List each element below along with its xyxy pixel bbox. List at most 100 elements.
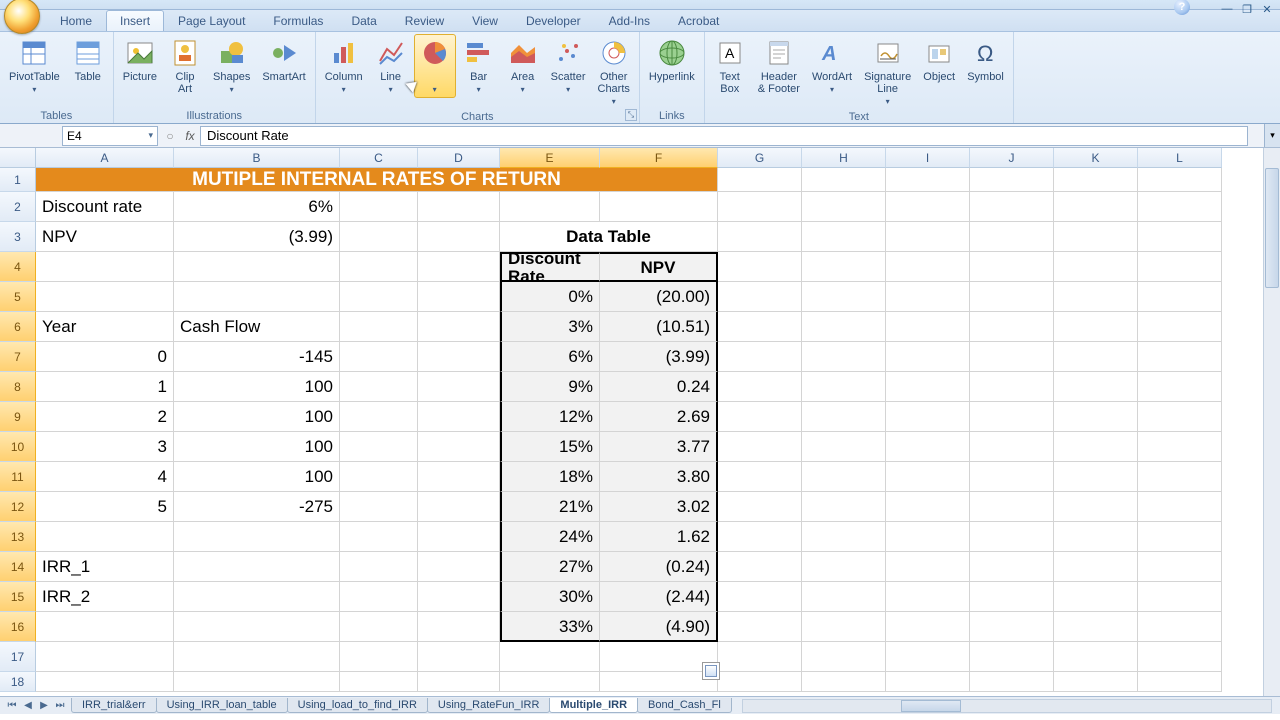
column-chart-button[interactable]: Column <box>320 34 368 98</box>
cell[interactable] <box>418 282 500 312</box>
cell[interactable]: (20.00) <box>600 282 718 312</box>
textbox-button[interactable]: AText Box <box>709 34 751 98</box>
cell[interactable] <box>418 522 500 552</box>
column-header[interactable]: A <box>36 148 174 168</box>
cell[interactable] <box>970 432 1054 462</box>
cell[interactable] <box>340 492 418 522</box>
close-button[interactable]: ✕ <box>1258 2 1276 16</box>
cell[interactable]: 27% <box>500 552 600 582</box>
cell[interactable] <box>500 672 600 692</box>
cell[interactable] <box>802 312 886 342</box>
cell[interactable] <box>1138 522 1222 552</box>
cell[interactable] <box>1138 642 1222 672</box>
row-header[interactable]: 15 <box>0 582 36 612</box>
cell[interactable]: 3 <box>36 432 174 462</box>
cell[interactable]: 2.69 <box>600 402 718 432</box>
horizontal-scrollbar[interactable] <box>742 699 1272 713</box>
cell[interactable] <box>1138 582 1222 612</box>
cell[interactable] <box>1054 492 1138 522</box>
cell[interactable] <box>718 492 802 522</box>
cell[interactable]: 100 <box>174 432 340 462</box>
cell[interactable] <box>36 672 174 692</box>
cell[interactable] <box>718 402 802 432</box>
cell[interactable] <box>1054 462 1138 492</box>
column-header[interactable]: C <box>340 148 418 168</box>
cell[interactable]: (3.99) <box>600 342 718 372</box>
name-box[interactable]: E4▾ <box>62 126 158 146</box>
cell[interactable] <box>1054 192 1138 222</box>
row-header[interactable]: 8 <box>0 372 36 402</box>
cell[interactable] <box>1138 222 1222 252</box>
cell[interactable] <box>418 342 500 372</box>
cell[interactable] <box>36 252 174 282</box>
column-header[interactable]: F <box>600 148 718 168</box>
cell[interactable] <box>418 492 500 522</box>
cell[interactable] <box>174 552 340 582</box>
cell[interactable] <box>886 432 970 462</box>
cell[interactable] <box>718 432 802 462</box>
cancel-icon[interactable]: ○ <box>160 129 180 143</box>
cell[interactable] <box>1138 192 1222 222</box>
ribbon-tab-home[interactable]: Home <box>46 10 106 31</box>
cell[interactable]: -145 <box>174 342 340 372</box>
cell[interactable] <box>718 192 802 222</box>
row-header[interactable]: 13 <box>0 522 36 552</box>
cell[interactable] <box>418 252 500 282</box>
cell[interactable] <box>340 252 418 282</box>
cell[interactable] <box>174 252 340 282</box>
cell[interactable] <box>886 222 970 252</box>
tab-nav-prev-icon[interactable]: ◀ <box>20 700 36 711</box>
cell[interactable] <box>340 192 418 222</box>
cell[interactable]: 21% <box>500 492 600 522</box>
cell[interactable] <box>1138 402 1222 432</box>
ribbon-tab-review[interactable]: Review <box>391 10 458 31</box>
cell[interactable] <box>1054 252 1138 282</box>
column-header[interactable]: D <box>418 148 500 168</box>
fx-icon[interactable]: fx <box>180 129 200 143</box>
row-header[interactable]: 3 <box>0 222 36 252</box>
cell[interactable] <box>802 522 886 552</box>
row-header[interactable]: 14 <box>0 552 36 582</box>
cell[interactable] <box>802 282 886 312</box>
cell[interactable] <box>418 582 500 612</box>
sheet-tab[interactable]: Using_IRR_loan_table <box>156 698 288 713</box>
wordart-button[interactable]: AWordArt <box>807 34 857 98</box>
column-header[interactable]: E <box>500 148 600 168</box>
shapes-button[interactable]: Shapes <box>208 34 255 98</box>
cell[interactable] <box>340 462 418 492</box>
cell[interactable] <box>340 522 418 552</box>
cell[interactable] <box>1054 432 1138 462</box>
row-header[interactable]: 17 <box>0 642 36 672</box>
cell[interactable] <box>340 342 418 372</box>
cell[interactable]: 100 <box>174 462 340 492</box>
cell[interactable] <box>886 342 970 372</box>
cell[interactable] <box>886 312 970 342</box>
cell[interactable] <box>802 168 886 192</box>
cell[interactable] <box>418 312 500 342</box>
ribbon-tab-add-ins[interactable]: Add-Ins <box>595 10 664 31</box>
ribbon-tab-developer[interactable]: Developer <box>512 10 595 31</box>
cell[interactable] <box>1054 222 1138 252</box>
cell[interactable]: (0.24) <box>600 552 718 582</box>
cell[interactable] <box>600 672 718 692</box>
cell[interactable]: NPV <box>600 252 718 282</box>
cell[interactable]: 1 <box>36 372 174 402</box>
column-header[interactable]: G <box>718 148 802 168</box>
cell[interactable] <box>1138 342 1222 372</box>
cell[interactable] <box>970 372 1054 402</box>
cell[interactable] <box>970 252 1054 282</box>
cell[interactable] <box>718 222 802 252</box>
cell[interactable]: 2 <box>36 402 174 432</box>
cell[interactable] <box>886 402 970 432</box>
cell[interactable] <box>174 642 340 672</box>
signature-line-button[interactable]: Signature Line <box>859 34 916 110</box>
hyperlink-button[interactable]: Hyperlink <box>644 34 700 86</box>
cell[interactable]: 1.62 <box>600 522 718 552</box>
cell[interactable] <box>970 192 1054 222</box>
cell[interactable]: 5 <box>36 492 174 522</box>
cell[interactable] <box>174 612 340 642</box>
cell[interactable] <box>970 282 1054 312</box>
cell[interactable] <box>718 312 802 342</box>
cell[interactable] <box>886 582 970 612</box>
row-header[interactable]: 4 <box>0 252 36 282</box>
